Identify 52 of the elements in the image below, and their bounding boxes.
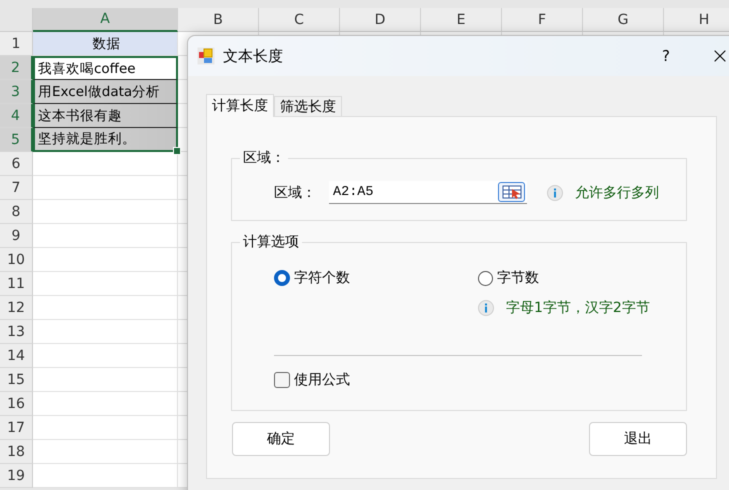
row-header[interactable]: 9	[0, 224, 33, 248]
row-header[interactable]: 19	[0, 464, 33, 488]
tab[interactable]: 计算长度	[206, 94, 274, 117]
group-title: 计算选项	[242, 233, 300, 251]
info-icon	[478, 300, 494, 316]
hint-text: 允许多行多列	[575, 184, 659, 202]
column-header[interactable]: A	[33, 8, 178, 32]
radio-option[interactable]: 字符个数	[274, 269, 478, 287]
field-label: 区域：	[274, 184, 317, 202]
checkbox-option[interactable]: 使用公式	[232, 356, 686, 389]
table-cell: 数据	[33, 32, 178, 56]
table-cell: 我喜欢喝coffee	[33, 56, 178, 80]
row-header[interactable]: 2	[0, 56, 33, 80]
row-header[interactable]: 3	[0, 80, 33, 104]
help-button[interactable]: ?	[646, 41, 686, 71]
table-arrow-icon	[502, 185, 522, 199]
column-header[interactable]: C	[259, 8, 340, 32]
group-title: 区域：	[242, 149, 286, 167]
row-header[interactable]: 4	[0, 104, 33, 128]
dialog-button[interactable]: 确定	[232, 422, 330, 456]
column-header[interactable]: B	[178, 8, 259, 32]
row-header[interactable]: 15	[0, 368, 33, 392]
column-header[interactable]: H	[664, 8, 729, 32]
tab[interactable]: 筛选长度	[274, 96, 342, 116]
row-header[interactable]: 16	[0, 392, 33, 416]
row-header[interactable]: 5	[0, 128, 33, 152]
row-header[interactable]: 8	[0, 200, 33, 224]
window-title: 文本长度	[223, 46, 284, 66]
column-header[interactable]: F	[502, 8, 583, 32]
info-icon	[547, 184, 563, 200]
row-header[interactable]: 7	[0, 176, 33, 200]
row-header[interactable]: 1	[0, 32, 33, 56]
row-header[interactable]: 13	[0, 320, 33, 344]
table-cell: 坚持就是胜利。	[33, 128, 178, 152]
column-header[interactable]: G	[583, 8, 664, 32]
row-header[interactable]: 14	[0, 344, 33, 368]
table-cell: 这本书很有趣	[33, 104, 178, 128]
row-header[interactable]: 18	[0, 440, 33, 464]
row-header[interactable]: 11	[0, 272, 33, 296]
row-header[interactable]: 6	[0, 152, 33, 176]
range-picker-button[interactable]	[498, 182, 525, 202]
row-header[interactable]: 10	[0, 248, 33, 272]
hint-text: 字母1字节，汉字2字节	[506, 299, 650, 317]
row-header[interactable]: 12	[0, 296, 33, 320]
row-header[interactable]: 17	[0, 416, 33, 440]
table-cell: 用Excel做data分析	[33, 80, 178, 104]
column-header[interactable]: E	[421, 8, 502, 32]
app-icon	[197, 47, 215, 65]
column-header[interactable]: D	[340, 8, 421, 32]
fill-handle[interactable]	[173, 147, 181, 155]
radio-option[interactable]: 字节数	[478, 269, 682, 287]
dialog-button[interactable]: 退出	[589, 422, 687, 456]
